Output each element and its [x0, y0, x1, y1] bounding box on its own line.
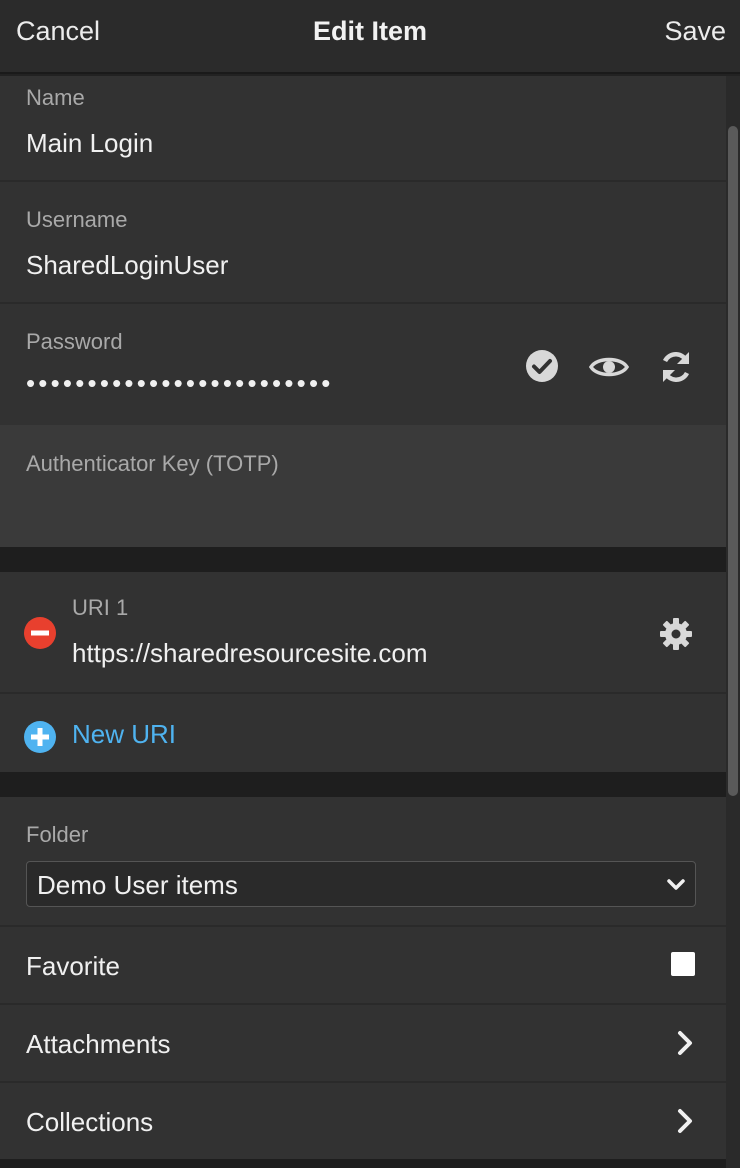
- folder-select[interactable]: Demo User items: [26, 861, 696, 907]
- new-uri-button[interactable]: New URI: [0, 694, 726, 772]
- username-input[interactable]: SharedLoginUser: [26, 250, 228, 281]
- uri-label: URI 1: [72, 595, 129, 620]
- attachments-label: Attachments: [26, 1029, 171, 1059]
- password-label: Password: [26, 329, 123, 354]
- collections-row[interactable]: Collections: [0, 1083, 726, 1159]
- password-input[interactable]: •••••••••••••••••••••••••: [26, 368, 334, 399]
- password-field[interactable]: Password •••••••••••••••••••••••••: [0, 304, 726, 425]
- username-label: Username: [26, 207, 128, 232]
- totp-label: Authenticator Key (TOTP): [26, 451, 279, 476]
- username-field[interactable]: Username SharedLoginUser: [0, 182, 726, 302]
- chevron-down-icon: [667, 879, 685, 890]
- section-gap: [0, 1159, 726, 1168]
- name-field[interactable]: Name Main Login: [0, 76, 726, 180]
- check-circle-icon[interactable]: [525, 349, 559, 383]
- add-icon: [24, 721, 56, 753]
- new-uri-label[interactable]: New URI: [72, 719, 176, 750]
- folder-field: Folder Demo User items: [0, 797, 726, 925]
- refresh-icon[interactable]: [658, 349, 694, 385]
- folder-label: Folder: [26, 822, 89, 847]
- name-label: Name: [26, 85, 85, 110]
- remove-icon[interactable]: [24, 617, 56, 649]
- totp-field[interactable]: Authenticator Key (TOTP): [0, 425, 726, 547]
- page-title: Edit Item: [312, 16, 427, 46]
- edit-form: Name Main Login Username SharedLoginUser…: [0, 76, 726, 1168]
- chevron-right-icon: [678, 1031, 692, 1055]
- favorite-checkbox[interactable]: [671, 952, 695, 976]
- attachments-row[interactable]: Attachments: [0, 1005, 726, 1081]
- save-button[interactable]: Save: [664, 16, 726, 47]
- collections-label: Collections: [26, 1107, 154, 1137]
- folder-selected-value: Demo User items: [37, 870, 238, 900]
- uri-item[interactable]: URI 1 https://sharedresourcesite.com: [0, 572, 726, 692]
- section-gap: [0, 547, 726, 572]
- chevron-right-icon: [678, 1109, 692, 1133]
- section-gap: [0, 772, 726, 797]
- name-input[interactable]: Main Login: [26, 128, 153, 159]
- favorite-row[interactable]: Favorite: [0, 927, 726, 1003]
- eye-icon[interactable]: [589, 353, 629, 381]
- header: Cancel Edit Item Save: [0, 0, 740, 74]
- favorite-label: Favorite: [26, 951, 120, 981]
- uri-input[interactable]: https://sharedresourcesite.com: [72, 638, 428, 669]
- gear-icon[interactable]: [659, 617, 693, 651]
- scrollbar-thumb[interactable]: [728, 126, 738, 796]
